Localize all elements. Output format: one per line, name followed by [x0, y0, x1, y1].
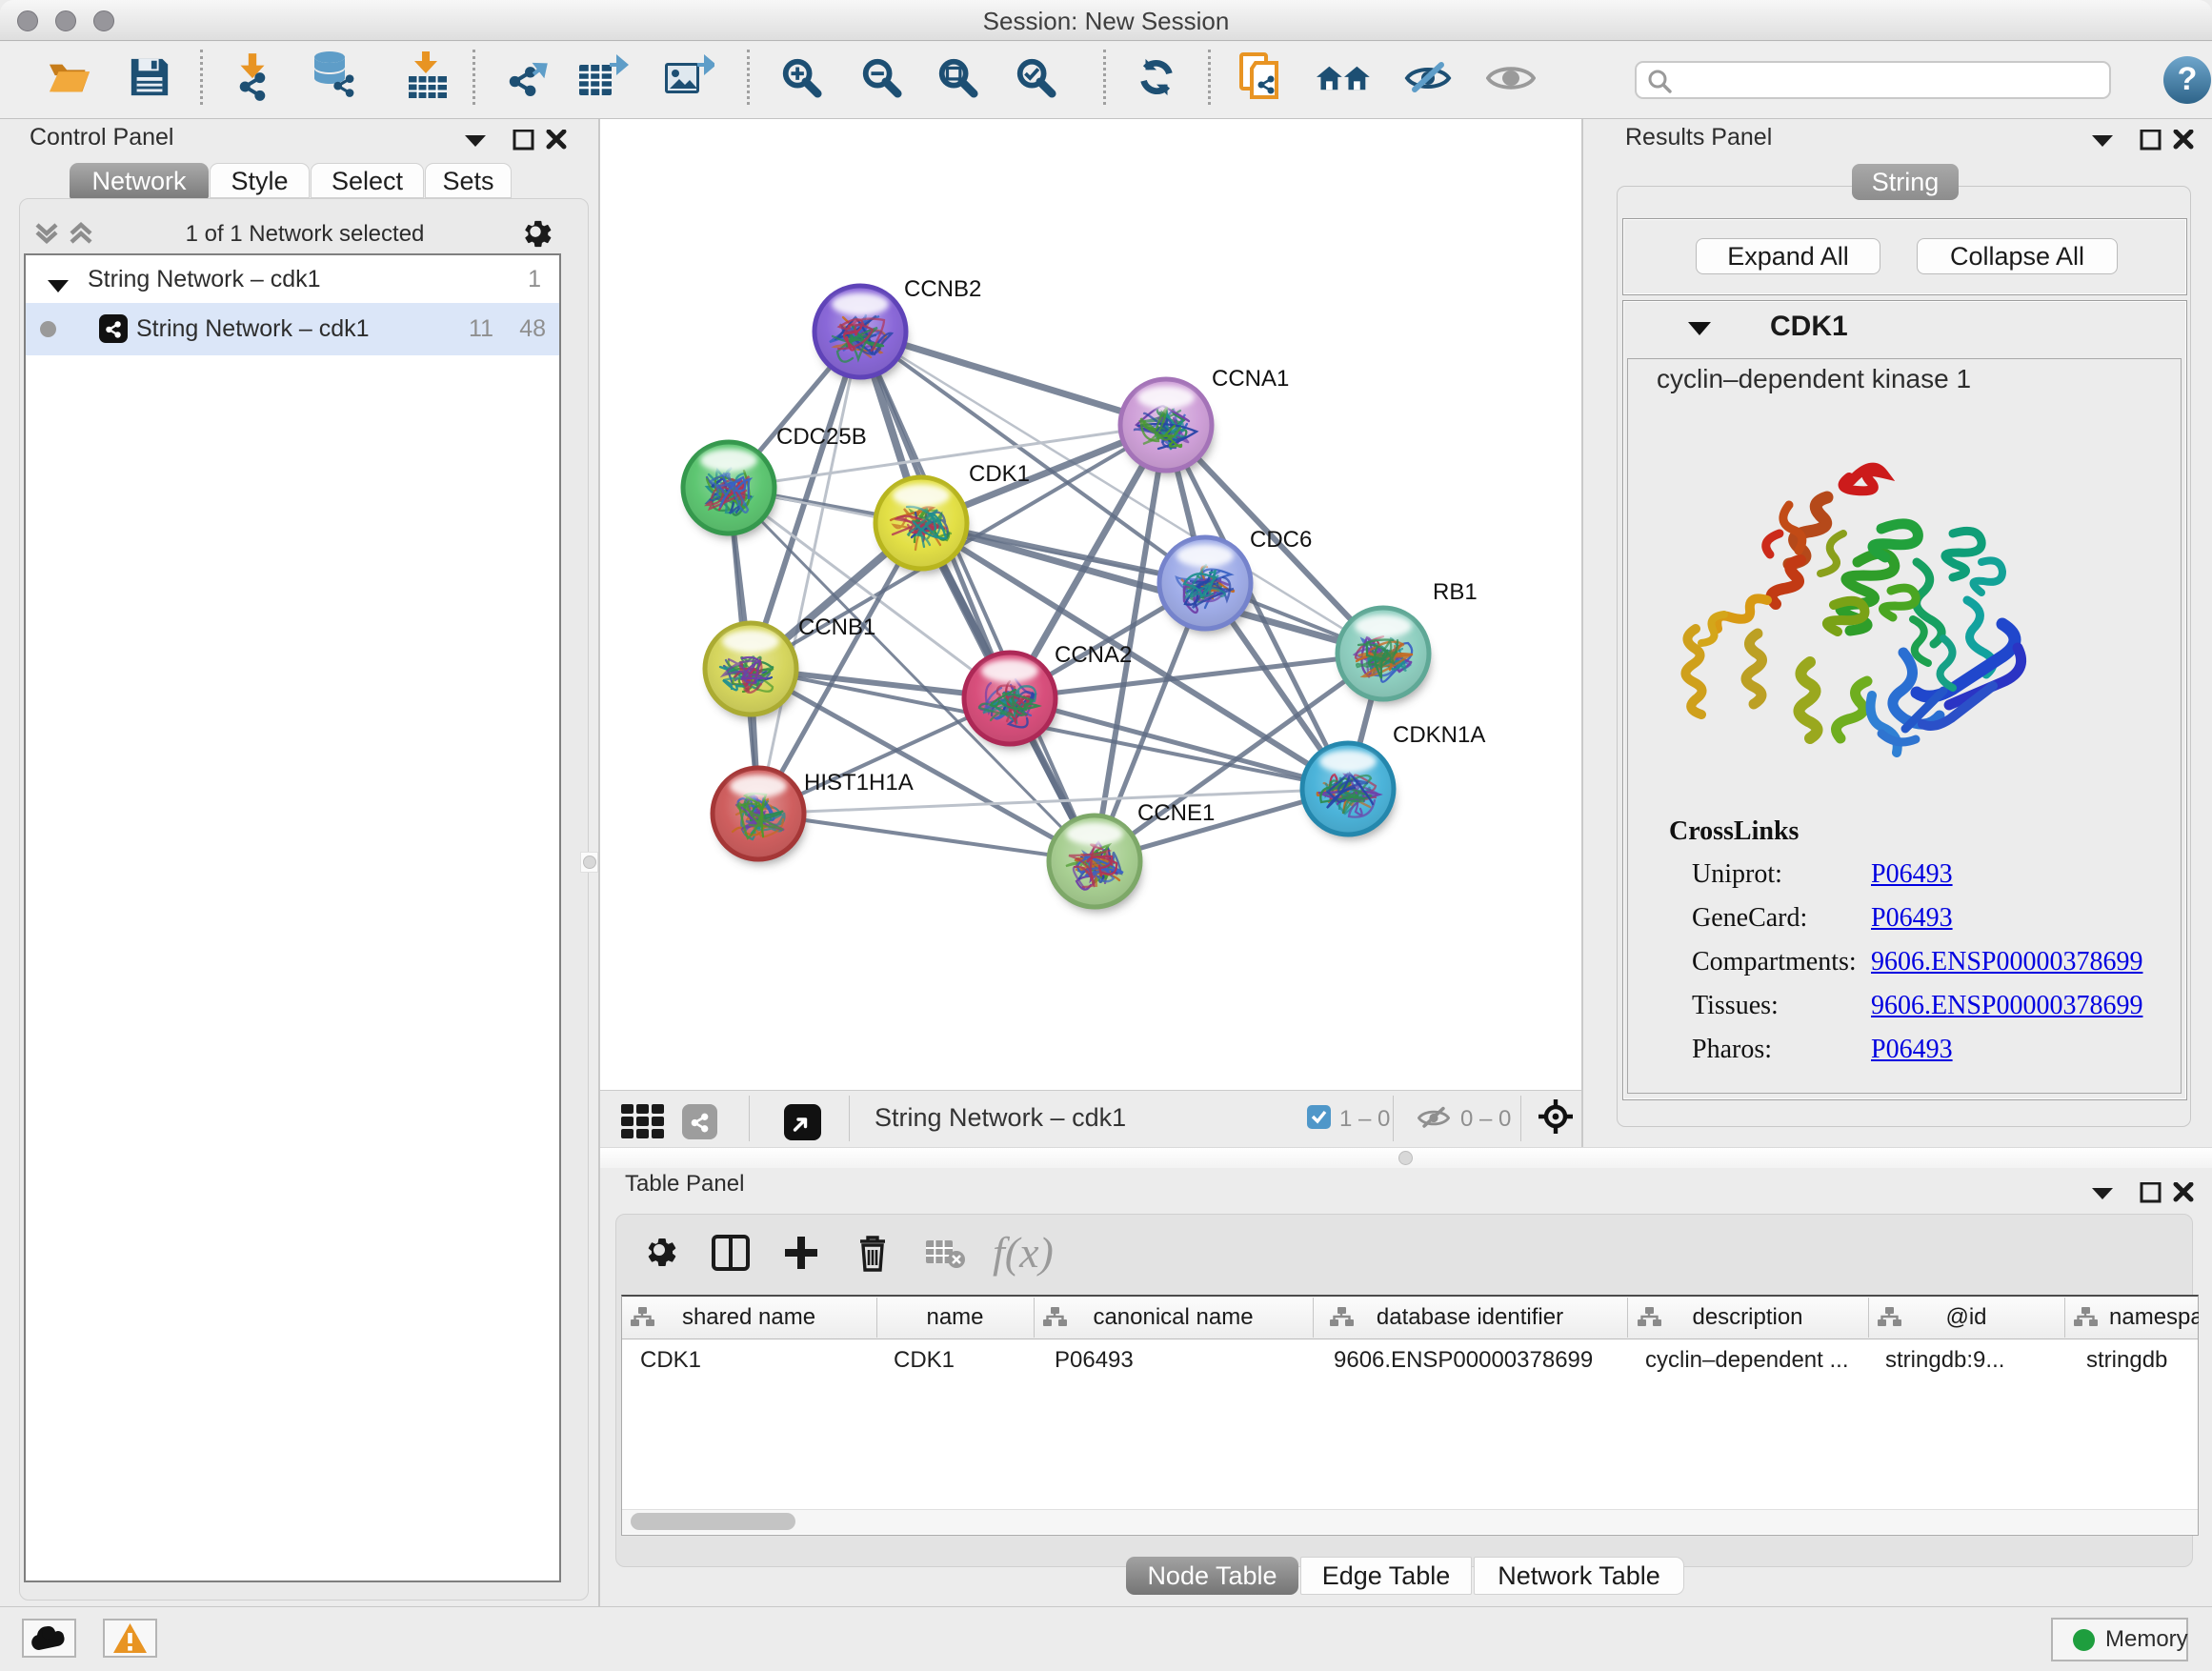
svg-text:CDKN1A: CDKN1A	[1393, 722, 1485, 748]
svg-text:CCNB2: CCNB2	[904, 276, 981, 302]
svg-text:CCNE1: CCNE1	[1137, 800, 1215, 826]
svg-text:CDC6: CDC6	[1250, 527, 1312, 553]
svg-text:HIST1H1A: HIST1H1A	[804, 770, 914, 795]
svg-text:CCNB1: CCNB1	[798, 614, 875, 640]
svg-text:CDC25B: CDC25B	[776, 424, 867, 450]
svg-text:CCNA2: CCNA2	[1055, 642, 1132, 668]
svg-text:CDK1: CDK1	[969, 461, 1030, 487]
svg-text:CCNA1: CCNA1	[1212, 366, 1289, 392]
svg-text:RB1: RB1	[1433, 579, 1478, 605]
